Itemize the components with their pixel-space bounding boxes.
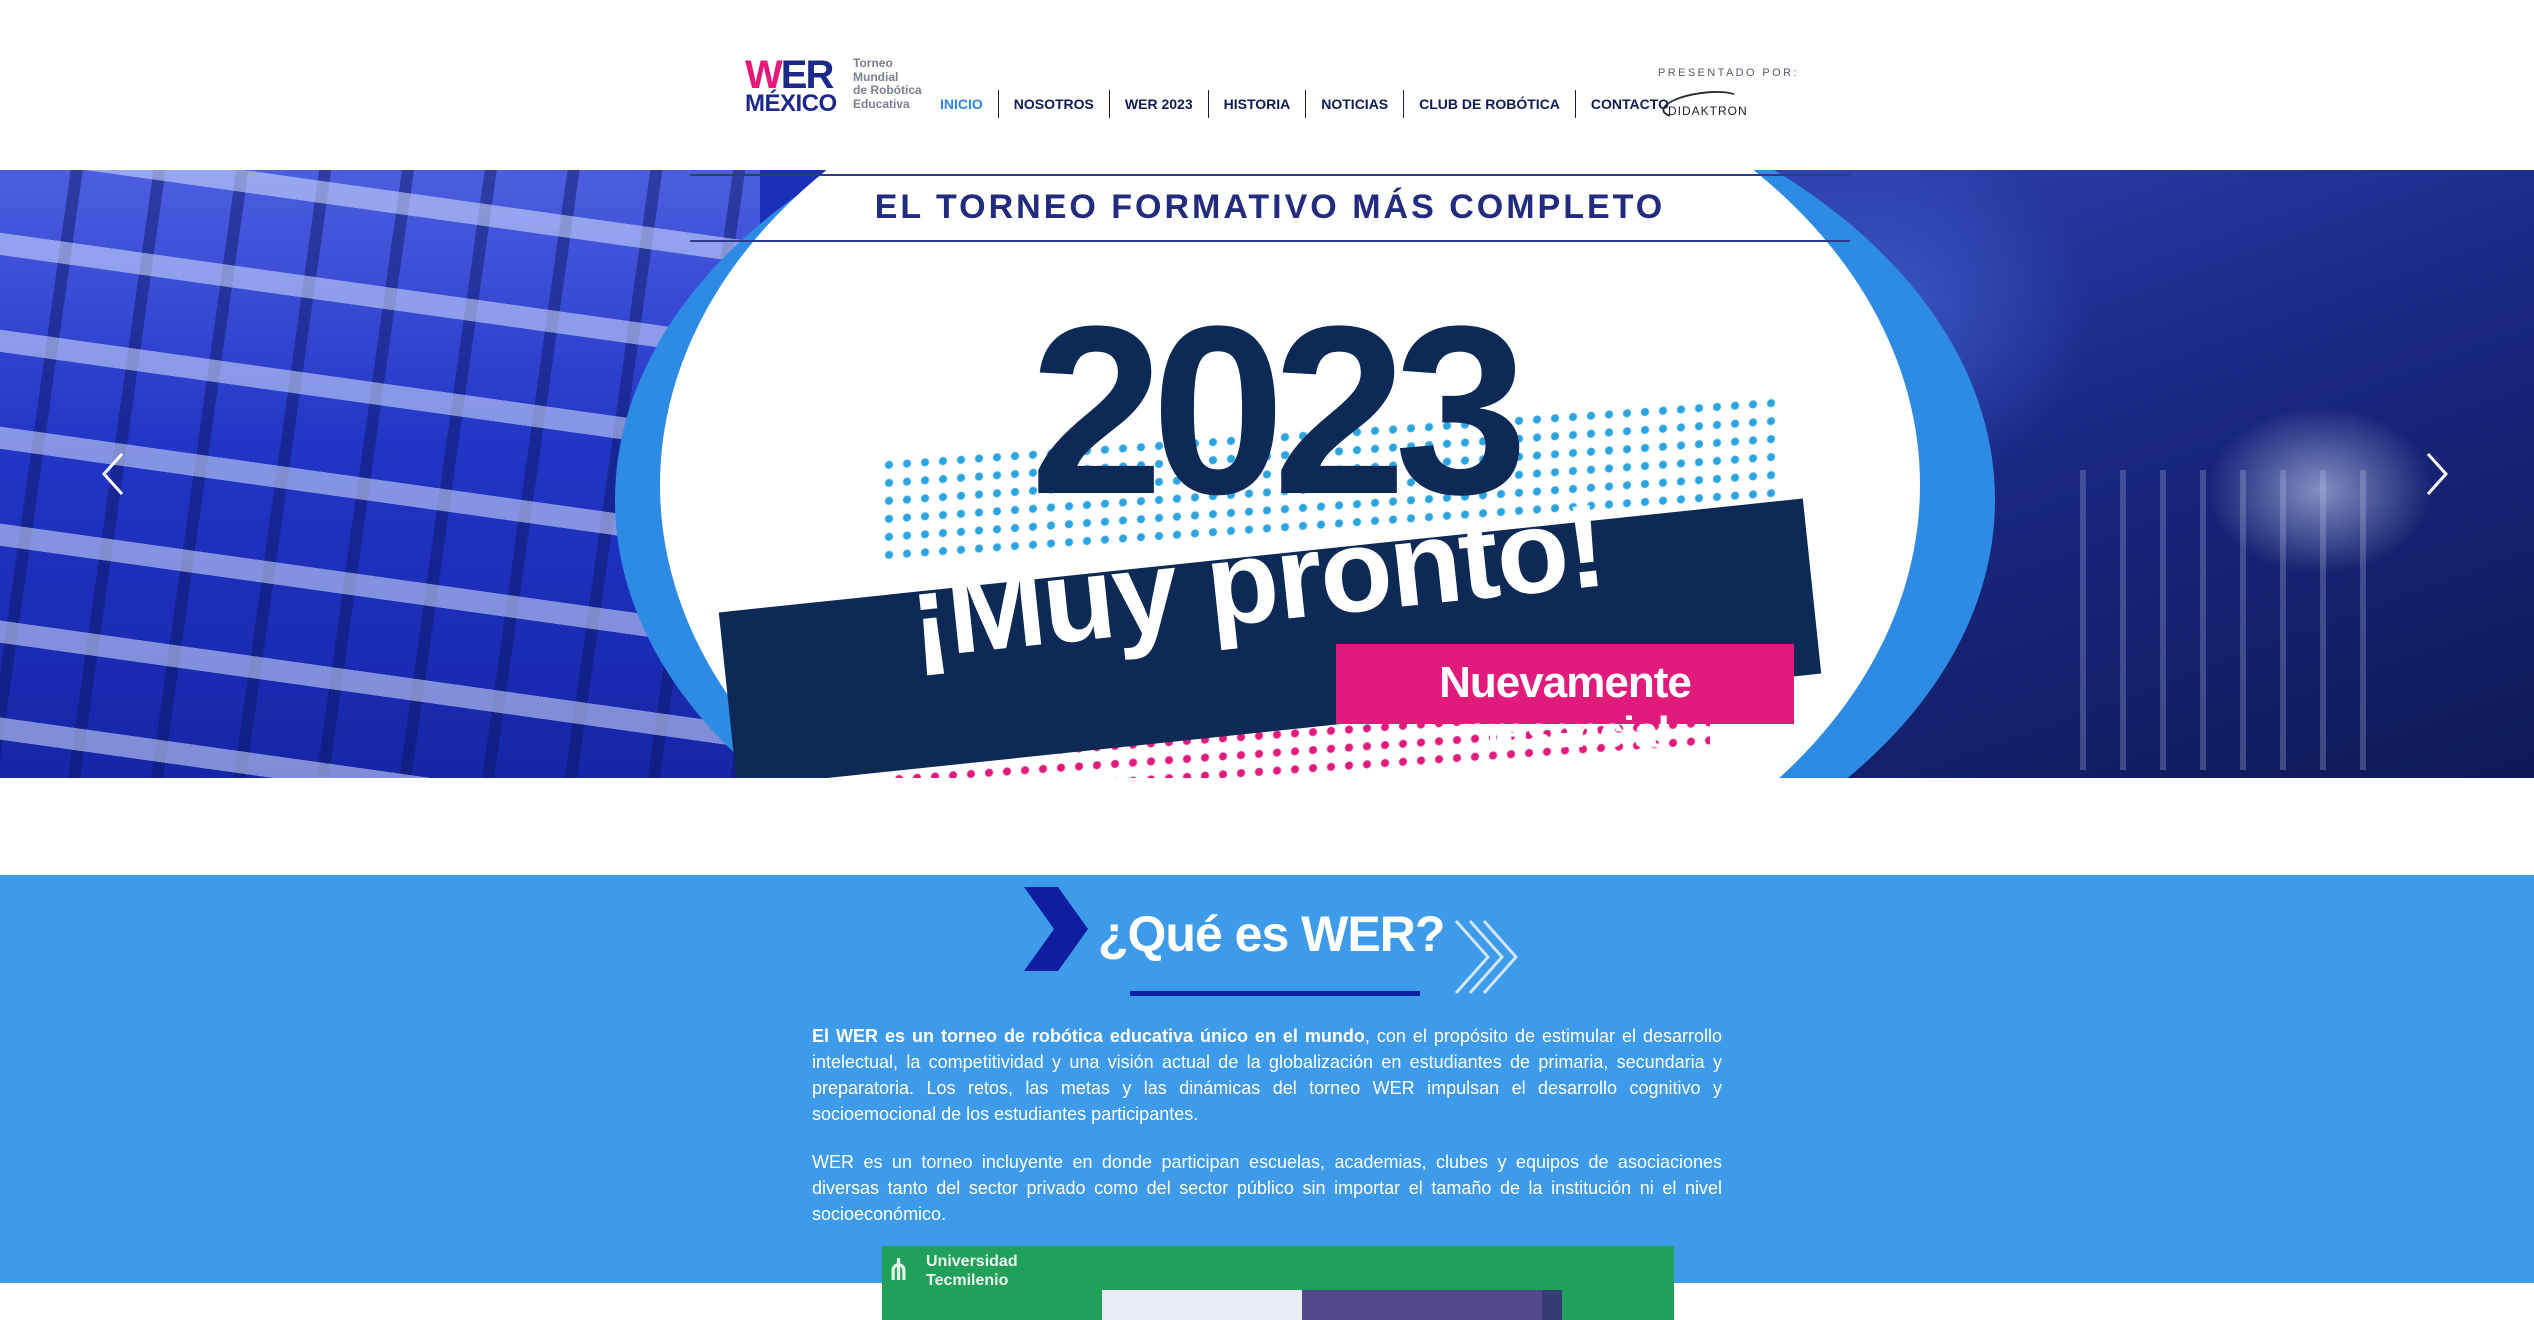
wer-mexico-logo[interactable]: WER MÉXICO Torneo Mundial de Robótica Ed…	[745, 55, 935, 119]
nav-item-wer-2023[interactable]: WER 2023	[1108, 90, 1208, 118]
about-title: ¿Qué es WER?	[1098, 906, 1445, 962]
about-paragraph-2: WER es un torneo incluyente en donde par…	[812, 1152, 1722, 1224]
tecmilenio-logo-icon: ⋔	[886, 1254, 912, 1287]
slideshow-prev-button[interactable]	[90, 448, 142, 500]
slideshow-next-button[interactable]	[2408, 448, 2460, 500]
video-preview[interactable]: ⋔ Universidad Tecmilenio	[882, 1246, 1674, 1320]
chevron-right-icon	[2426, 452, 2449, 496]
video-frame-robot	[1302, 1290, 1562, 1320]
double-chevron-icon	[1454, 920, 1519, 994]
tecmilenio-logo-text: Universidad Tecmilenio	[926, 1253, 1018, 1289]
hero-tagline: EL TORNEO FORMATIVO MÁS COMPLETO	[874, 188, 1666, 226]
sponsor-name: DIDAKTRON	[1668, 104, 1748, 118]
nav-item-inicio[interactable]: INICIO	[928, 90, 998, 118]
nav-item-nosotros[interactable]: NOSOTROS	[997, 90, 1109, 118]
sponsor-logo[interactable]: DIDAKTRON	[1660, 86, 1772, 124]
presented-by-label: PRESENTADO POR:	[1658, 67, 1799, 79]
about-paragraph-1: El WER es un torneo de robótica educativ…	[812, 1026, 1722, 1124]
nav-item-noticias[interactable]: NOTICIAS	[1305, 90, 1403, 118]
about-section: ¿Qué es WER? El WER es un torneo de robó…	[0, 875, 2534, 1283]
chevron-decor-icon	[1024, 887, 1088, 971]
hero-rule-bottom	[690, 240, 1850, 242]
site-header: WER MÉXICO Torneo Mundial de Robótica Ed…	[0, 0, 2534, 170]
chevron-left-icon	[101, 452, 124, 496]
hero-rule-top	[690, 174, 1850, 176]
hero-photo-robot	[2080, 470, 2380, 770]
logo-mexico: MÉXICO	[745, 90, 837, 117]
hero-badge-text: Nuevamente presencial	[1439, 658, 1692, 757]
about-title-underline	[1130, 991, 1420, 996]
nav-item-club-de-robotica[interactable]: CLUB DE ROBÓTICA	[1403, 90, 1575, 118]
hero-slideshow: EL TORNEO FORMATIVO MÁS COMPLETO 2023 ¡M…	[0, 170, 2534, 778]
nav-item-historia[interactable]: HISTORIA	[1207, 90, 1306, 118]
main-nav: INICIO NOSOTROS WER 2023 HISTORIA NOTICI…	[928, 90, 1684, 118]
logo-wer: WER	[745, 53, 834, 97]
hero-badge: Nuevamente presencial	[1336, 644, 1794, 757]
